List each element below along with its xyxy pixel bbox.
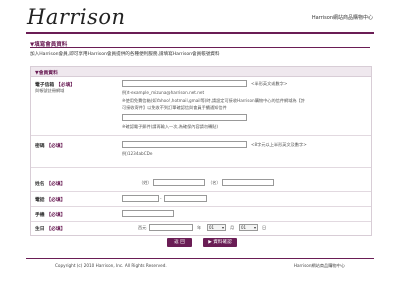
row-divider bbox=[31, 221, 371, 222]
name-label: 姓名 【必填】 bbox=[35, 180, 65, 187]
password-label-text: 密碼 bbox=[35, 144, 45, 149]
email-example: 例)t-example_mizuna@harrison.net.net bbox=[122, 90, 205, 95]
birth-month-value: 01 bbox=[209, 225, 215, 230]
password-required: 【必填】 bbox=[46, 144, 66, 149]
password-field[interactable] bbox=[122, 141, 247, 148]
first-name-label: （名） bbox=[208, 180, 221, 185]
mobile-label-text: 手機 bbox=[35, 213, 45, 218]
birthday-required: 【必填】 bbox=[46, 227, 66, 232]
email-hint: <半形英文或數字> bbox=[251, 81, 288, 86]
phone-area-field[interactable] bbox=[122, 195, 159, 202]
password-label: 密碼 【必填】 bbox=[35, 142, 65, 149]
phone-required: 【必填】 bbox=[46, 198, 66, 203]
phone-label: 電話 【必填】 bbox=[35, 196, 65, 203]
row-divider bbox=[31, 135, 371, 136]
first-name-field[interactable] bbox=[222, 179, 274, 186]
email-note-2: 可接收寄件】以免收不到訂單確認信與會員手續通知信件 bbox=[122, 105, 227, 110]
form-section-header: ▼會員資料 bbox=[31, 67, 371, 77]
birthday-era: 西元 bbox=[138, 225, 147, 230]
email-confirm-field[interactable] bbox=[122, 114, 247, 121]
password-example: 例)1234abCDe bbox=[122, 151, 153, 156]
mobile-field[interactable] bbox=[122, 210, 174, 217]
birth-month-select[interactable]: 01 bbox=[207, 224, 226, 231]
site-header: Harrison Harrison網站商品購物中心 bbox=[0, 0, 400, 34]
phone-label-text: 電話 bbox=[35, 198, 45, 203]
confirm-button[interactable]: ▶ 資料確認 bbox=[203, 238, 237, 247]
row-divider bbox=[31, 167, 371, 168]
mobile-label: 手機 【必填】 bbox=[35, 211, 65, 218]
shop-link[interactable]: Harrison網站商品購物中心 bbox=[312, 14, 373, 21]
form-section-title: ▼會員資料 bbox=[35, 70, 58, 76]
member-form: ▼會員資料 電子信箱 【必填】 與帳號註冊網域 <半形英文或數字> 例)t-ex… bbox=[30, 66, 372, 236]
phone-number-field[interactable] bbox=[164, 195, 207, 202]
email-sub-label: 與帳號註冊網域 bbox=[35, 88, 65, 93]
email-label: 電子信箱 【必填】 bbox=[35, 81, 75, 88]
back-button[interactable]: 返 回 bbox=[167, 238, 192, 247]
day-unit: 日 bbox=[262, 225, 267, 230]
confirm-button-label: 資料確認 bbox=[213, 240, 232, 245]
email-note-1: ※使用免費信箱(如Yahoo!,hotmail,gmail等)時,請設定可接收H… bbox=[122, 98, 305, 103]
phone-separator: - bbox=[160, 196, 162, 201]
name-required: 【必填】 bbox=[46, 182, 66, 187]
header-divider bbox=[26, 32, 374, 34]
last-name-field[interactable] bbox=[153, 179, 205, 186]
footer-divider bbox=[26, 258, 374, 259]
birthday-label-text: 生日 bbox=[35, 227, 45, 232]
birthday-label: 生日 【必填】 bbox=[35, 225, 65, 232]
email-field[interactable] bbox=[122, 80, 247, 87]
birth-day-value: 01 bbox=[241, 225, 247, 230]
birth-day-select[interactable]: 01 bbox=[239, 224, 258, 231]
year-unit: 年 bbox=[197, 225, 202, 230]
birth-year-field[interactable] bbox=[149, 224, 193, 231]
row-divider bbox=[31, 191, 371, 192]
intro-text: 加入Harrison會員,即可享用Harrison會員提供的各種便利服務,請填寫… bbox=[30, 52, 220, 57]
row-divider bbox=[31, 206, 371, 207]
month-unit: 月 bbox=[230, 225, 235, 230]
copyright: Copyright (c) 2010 Harrison, Inc. All Ri… bbox=[55, 263, 167, 268]
password-hint: <8字元以上半形英文及數字> bbox=[251, 142, 307, 147]
mobile-required: 【必填】 bbox=[46, 213, 66, 218]
email-confirm-note: ※確認電子郵件(請再輸入一次,為確保內容請勿轉貼) bbox=[122, 124, 219, 129]
name-label-text: 姓名 bbox=[35, 182, 45, 187]
last-name-label: （姓） bbox=[139, 180, 152, 185]
footer-shop-link[interactable]: Harrison網站商品購物中心 bbox=[294, 263, 345, 269]
harrison-logo[interactable]: Harrison bbox=[27, 5, 126, 29]
title-divider bbox=[30, 47, 370, 48]
